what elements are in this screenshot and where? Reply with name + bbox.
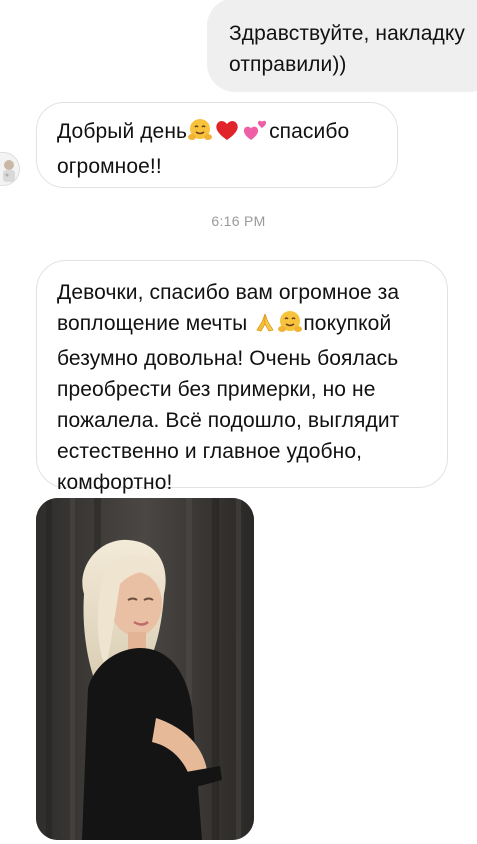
message-text-line: Здравствуйте, накладку: [229, 22, 465, 45]
message-text-line: Девочки, спасибо вам огромное за: [57, 281, 400, 304]
hugging-face-emoji-icon: [187, 118, 213, 151]
two-hearts-emoji-icon: [241, 118, 269, 151]
red-heart-emoji-icon: [213, 118, 241, 151]
message-text-line: безумно довольна! Очень боялась: [57, 347, 399, 370]
message-text-line: огромное!!: [57, 155, 162, 178]
photo-message[interactable]: [36, 498, 254, 840]
sender-avatar[interactable]: [0, 152, 20, 186]
message-text-line: пожалела. Всё подошло, выглядит: [57, 409, 400, 432]
message-text: воплощение мечты: [57, 312, 248, 335]
message-timestamp: 6:16 PM: [211, 213, 266, 229]
message-text: спасибо: [269, 120, 350, 143]
hugging-face-emoji-icon: [277, 310, 303, 343]
avatar-image: [0, 153, 19, 185]
message-text: покупкой: [303, 312, 392, 335]
chat-thread: Здравствуйте, накладку отправили)) Добры…: [0, 0, 477, 844]
woman-with-blonde-hair-photo: [36, 498, 254, 840]
message-text-line: комфортно!: [57, 471, 173, 494]
folded-hands-emoji-icon: [253, 310, 277, 343]
message-text-line: отправили)): [229, 53, 347, 76]
incoming-message-bubble[interactable]: Добрый день спасибо огромное!!: [36, 102, 398, 188]
message-text-line: преобрести без примерки, но не: [57, 378, 376, 401]
incoming-message-bubble[interactable]: Девочки, спасибо вам огромное за воплоще…: [36, 260, 448, 494]
outgoing-message-bubble[interactable]: Здравствуйте, накладку отправили)): [207, 0, 477, 92]
message-text: Добрый день: [57, 120, 188, 143]
message-text-line: естественно и главное удобно,: [57, 440, 363, 463]
